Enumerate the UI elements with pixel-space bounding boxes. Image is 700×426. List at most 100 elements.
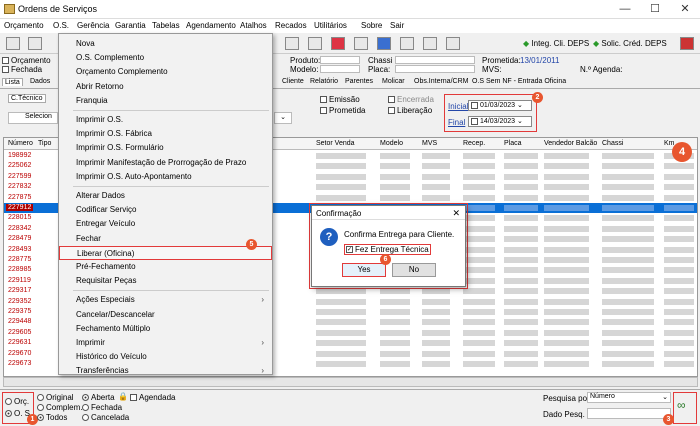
menu-item-requisitar-pecas[interactable]: Requisitar Peças	[59, 274, 272, 288]
chevron-down-icon[interactable]: ⌄	[274, 112, 292, 124]
menu-item-fechamento-multiplo[interactable]: Fechamento Múltiplo	[59, 322, 272, 336]
redacted-cell	[316, 298, 366, 305]
menu-atalhos[interactable]: Atalhos	[240, 21, 267, 30]
final-date-input[interactable]: 14/03/2023 ⌄	[468, 116, 532, 127]
close-icon[interactable]: ✕	[452, 208, 460, 219]
menu-garantia[interactable]: Garantia	[115, 21, 146, 30]
prometida-check[interactable]: Prometida	[320, 106, 365, 115]
tab-dados[interactable]: Dados	[28, 78, 52, 85]
col-numero[interactable]: Número	[8, 140, 33, 147]
redacted-cell	[544, 288, 589, 295]
tab-obs-interna[interactable]: Obs.Interna/CRM	[412, 78, 470, 85]
menu-item-orcamento-complemento[interactable]: Orçamento Complemento	[59, 65, 272, 79]
fechada-check[interactable]: Fechada	[2, 65, 42, 74]
fechada-radio[interactable]: Fechada	[82, 403, 122, 412]
menu-item-entregar-veiculo[interactable]: Entregar Veículo	[59, 217, 272, 231]
selecione-dropdown[interactable]: Selecion	[8, 112, 58, 124]
cancelada-radio[interactable]: Cancelada	[82, 413, 129, 422]
orc-radio[interactable]: Orç.	[5, 397, 29, 406]
menu-item-cancelar-descancelar[interactable]: Cancelar/Descancelar	[59, 308, 272, 322]
menu-item-historico-do-veiculo[interactable]: Histórico do Veículo	[59, 350, 272, 364]
table-icon[interactable]	[354, 37, 368, 50]
liberacao-check[interactable]: Liberação	[388, 106, 432, 115]
menu-item-fechar[interactable]: Fechar	[59, 232, 272, 246]
hierarchy-icon[interactable]	[377, 37, 391, 50]
menu-item-nova[interactable]: Nova	[59, 37, 272, 51]
exit-icon[interactable]	[680, 37, 694, 50]
menu-item-acoes-especiais[interactable]: Ações Especiais ›	[59, 293, 272, 307]
menu-utilitarios[interactable]: Utilitários	[314, 21, 347, 30]
encerrada-check[interactable]: Encerrada	[388, 95, 434, 104]
menu-recados[interactable]: Recados	[275, 21, 307, 30]
minimize-icon[interactable]: —	[610, 0, 640, 18]
binoculars-icon[interactable]: ∞	[677, 398, 686, 412]
complem-radio[interactable]: Complem.	[37, 403, 82, 412]
integ-deps-link[interactable]: ◆ Integ. Cli. DEPS	[523, 39, 589, 48]
menu-item-imprimir-o-s[interactable]: Imprimir O.S.	[59, 113, 272, 127]
menu-item-liberar-oficina[interactable]: Liberar (Oficina) 5	[59, 238, 272, 260]
menu-sobre[interactable]: Sobre	[361, 21, 382, 30]
inicial-date-input[interactable]: 01/03/2023 ⌄	[468, 100, 532, 111]
col-recep[interactable]: Recep.	[463, 140, 485, 147]
orcamento-check[interactable]: Orçamento	[2, 56, 51, 65]
menu-item-imprimir-o-s-fabrica[interactable]: Imprimir O.S. Fábrica	[59, 127, 272, 141]
menu-os[interactable]: O.S.	[53, 21, 69, 30]
menu-item-franquia[interactable]: Franquia	[59, 94, 272, 108]
dado-pesq-input[interactable]	[587, 408, 671, 419]
menu-tabelas[interactable]: Tabelas	[152, 21, 180, 30]
menu-item-transferencias[interactable]: Transferências ›	[59, 364, 272, 378]
document-list-icon[interactable]	[400, 37, 414, 50]
col-mvs[interactable]: MVS	[422, 140, 437, 147]
no-button[interactable]: No	[392, 263, 436, 277]
tab-lista[interactable]: Lista	[2, 78, 23, 86]
new-doc-icon[interactable]	[6, 37, 20, 50]
col-placa[interactable]: Placa	[504, 140, 522, 147]
menu-orcamento[interactable]: Orçamento	[4, 21, 44, 30]
printer-icon[interactable]	[308, 37, 322, 50]
col-modelo[interactable]: Modelo	[380, 140, 403, 147]
aberta-radio[interactable]: Aberta	[82, 393, 115, 402]
menu-agendamento[interactable]: Agendamento	[186, 21, 236, 30]
grid-report-icon[interactable]	[331, 37, 345, 50]
tab-relatorio[interactable]: Relatório	[308, 78, 340, 85]
menu-gerencia[interactable]: Gerência	[77, 21, 109, 30]
menu-item-codificar-servico[interactable]: Codificar Serviço	[59, 203, 272, 217]
col-setor-venda[interactable]: Setor Venda	[316, 140, 355, 147]
calculator-icon[interactable]	[28, 37, 42, 50]
redacted-cell	[504, 309, 538, 315]
redacted-cell	[316, 319, 366, 326]
todos-radio[interactable]: Todos	[37, 413, 67, 422]
redacted-cell	[664, 319, 694, 326]
pesquisa-value: Número	[590, 393, 615, 400]
col-chassi[interactable]: Chassi	[602, 140, 623, 147]
emissao-label: Emissão	[329, 95, 360, 104]
transfer-icon[interactable]	[446, 37, 460, 50]
menu-item-alterar-dados[interactable]: Alterar Dados	[59, 189, 272, 203]
close-icon[interactable]: ✕	[670, 0, 700, 18]
menu-sair[interactable]: Sair	[390, 21, 404, 30]
horizontal-scrollbar[interactable]	[3, 377, 698, 387]
maximize-icon[interactable]: ☐	[640, 0, 670, 18]
agendada-check[interactable]: Agendada	[130, 393, 175, 402]
tab-parentes[interactable]: Parentes	[343, 78, 375, 85]
tab-molicar[interactable]: Molicar	[380, 78, 407, 85]
tab-os-sem-nf[interactable]: O.S Sem NF - Entrada Oficina	[470, 78, 568, 85]
menu-item-pre-fechamento[interactable]: Pré-Fechamento	[59, 260, 272, 274]
original-radio[interactable]: Original	[37, 393, 74, 402]
key-icon[interactable]	[423, 37, 437, 50]
menu-item-abrir-retorno[interactable]: Abrir Retorno	[59, 80, 272, 94]
eraser-icon[interactable]	[285, 37, 299, 50]
pesquisa-select[interactable]: Número ⌄	[587, 392, 671, 403]
yes-button[interactable]: Yes	[342, 263, 386, 277]
menu-item-imprimir-o-s-auto-apontamento[interactable]: Imprimir O.S. Auto-Apontamento	[59, 170, 272, 184]
emissao-check[interactable]: Emissão	[320, 95, 360, 104]
menu-item-imprimir-o-s-formulario[interactable]: Imprimir O.S. Formulário	[59, 141, 272, 155]
solic-deps-link[interactable]: ◆ Solic. Créd. DEPS	[593, 39, 667, 48]
menu-item-imprimir[interactable]: Imprimir ›	[59, 336, 272, 350]
menu-item-imprimir-manifestacao-de-prorrogacao-de-prazo[interactable]: Imprimir Manifestação de Prorrogação de …	[59, 156, 272, 170]
col-vendedor[interactable]: Vendedor Balcão	[544, 140, 597, 147]
col-tipo[interactable]: Tipo	[38, 140, 51, 147]
tab-tecnico[interactable]: C.Técnico	[8, 94, 46, 103]
tab-cliente[interactable]: Cliente	[280, 78, 306, 85]
menu-item-o-s-complemento[interactable]: O.S. Complemento	[59, 51, 272, 65]
